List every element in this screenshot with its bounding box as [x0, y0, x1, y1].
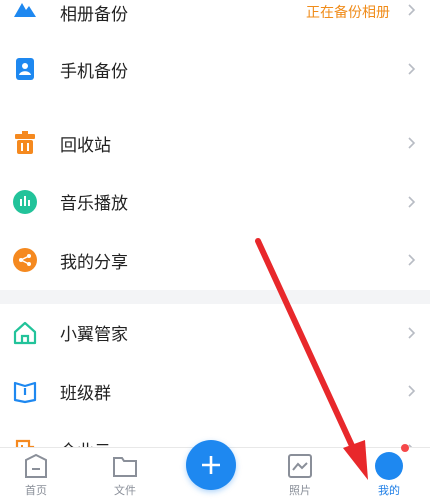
home-tab-icon: [25, 453, 47, 478]
menu-item-music-player[interactable]: 音乐播放: [0, 172, 430, 231]
chevron-right-icon: [408, 196, 416, 208]
folder-icon: [113, 457, 137, 477]
chevron-right-icon: [408, 4, 416, 16]
avatar: [375, 444, 409, 480]
menu-item-class-group[interactable]: 班级群: [0, 362, 430, 421]
menu-item-phone-backup[interactable]: 手机备份: [0, 24, 430, 114]
tab-mine[interactable]: 我的: [359, 444, 419, 498]
tab-label: 我的: [378, 484, 400, 497]
menu-item-album-backup[interactable]: 相册备份 正在备份相册: [0, 0, 430, 25]
menu-item-label: 小翼管家: [60, 325, 128, 346]
tab-label: 照片: [289, 484, 311, 497]
menu-item-xiaoyi-manager[interactable]: 小翼管家: [0, 303, 430, 362]
menu-item-label: 音乐播放: [60, 194, 128, 215]
add-button[interactable]: [186, 440, 236, 490]
tab-label: 首页: [25, 484, 47, 497]
notification-dot: [401, 444, 409, 452]
menu-item-label: 手机备份: [60, 61, 128, 82]
menu-item-my-share[interactable]: 我的分享: [0, 231, 430, 290]
menu-item-label: 相册备份: [60, 5, 128, 25]
plus-icon: [202, 456, 220, 474]
chevron-right-icon: [408, 137, 416, 149]
menu-item-label: 回收站: [60, 135, 111, 156]
chevron-right-icon: [408, 254, 416, 266]
home-icon: [13, 321, 37, 344]
book-icon: [13, 382, 37, 404]
chevron-right-icon: [408, 327, 416, 339]
menu-item-recycle-bin[interactable]: 回收站: [0, 114, 430, 173]
bottom-tab-bar: 首页 文件 照片 我的: [0, 440, 430, 500]
menu-item-label: 班级群: [60, 383, 111, 404]
phone-icon: [16, 58, 34, 80]
mountain-icon: [14, 3, 36, 17]
section-divider: [0, 289, 430, 304]
tab-photos[interactable]: 照片: [270, 452, 330, 498]
trash-icon: [15, 131, 35, 155]
photo-icon: [288, 454, 312, 478]
chevron-right-icon: [408, 385, 416, 397]
share-icon: [13, 248, 37, 273]
music-icon: [13, 189, 37, 214]
menu-item-label: 我的分享: [60, 252, 128, 273]
tab-label: 文件: [114, 484, 136, 497]
tab-files[interactable]: 文件: [95, 452, 155, 498]
menu-list: 相册备份 正在备份相册 手机备份 回收站 音乐播放 我的分享 小翼管家 班级群: [0, 0, 430, 479]
backup-status: 正在备份相册: [306, 5, 390, 21]
tab-home[interactable]: 首页: [6, 452, 66, 498]
chevron-right-icon: [408, 63, 416, 75]
